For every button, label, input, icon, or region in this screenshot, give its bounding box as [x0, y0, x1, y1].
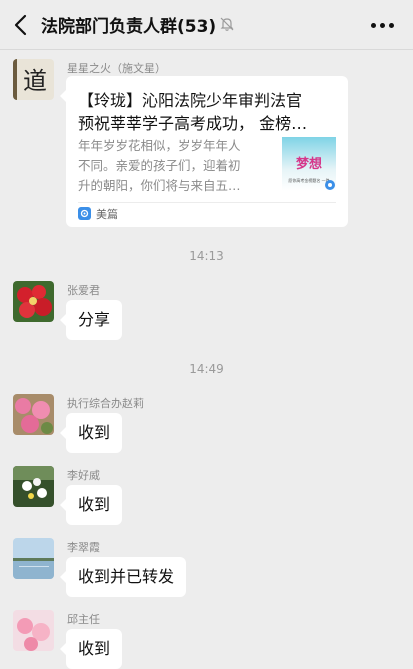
sender-name: 星星之火（施文星）	[67, 62, 166, 75]
timestamp: 14:49	[189, 362, 224, 376]
card-thumbnail: 梦想 愿你高考金榜题名 一路	[282, 137, 336, 191]
message-list[interactable]: 道 星星之火（施文星） 【玲珑】沁阳法院少年审判法官 预祝莘莘学子高考成功， 金…	[0, 50, 413, 669]
article-card[interactable]: 【玲珑】沁阳法院少年审判法官 预祝莘莘学子高考成功， 金榜… 年年岁岁花相似，岁…	[60, 76, 348, 227]
more-dots-icon[interactable]	[371, 15, 395, 35]
message-bubble[interactable]: 收到	[59, 629, 123, 669]
card-description: 年年岁岁花相似，岁岁年年人 不同。亲爱的孩子们，迎着初 升的朝阳，你们将与来自五…	[78, 136, 270, 196]
timestamp: 14:13	[189, 249, 224, 263]
message-bubble[interactable]: 收到	[59, 485, 123, 525]
bell-off-icon	[220, 17, 234, 31]
card-desc-line: 不同。亲爱的孩子们，迎着初	[78, 158, 241, 173]
svg-text:道: 道	[23, 67, 47, 95]
message-bubble[interactable]: 分享	[59, 300, 123, 340]
avatar[interactable]	[13, 466, 54, 507]
card-title-line: 预祝莘莘学子高考成功， 金榜…	[78, 114, 308, 133]
meipian-logo-icon	[78, 207, 91, 220]
sender-name: 执行综合办赵莉	[67, 397, 144, 410]
avatar[interactable]: 道	[13, 59, 54, 100]
avatar[interactable]	[13, 394, 54, 435]
avatar[interactable]	[13, 281, 54, 322]
card-title: 【玲珑】沁阳法院少年审判法官 预祝莘莘学子高考成功， 金榜…	[78, 89, 340, 135]
divider	[78, 202, 336, 203]
card-source: 美篇	[78, 207, 118, 223]
sender-name: 邱主任	[67, 613, 100, 626]
source-name: 美篇	[96, 208, 118, 221]
thumb-caption: 愿你高考金榜题名 一路	[288, 177, 329, 183]
thumb-text: 梦想	[296, 156, 322, 172]
chat-header: 法院部门负责人群(53)	[0, 0, 413, 50]
card-title-line: 【玲珑】沁阳法院少年审判法官	[78, 91, 303, 110]
sender-name: 李翠霞	[67, 541, 100, 554]
sender-name: 李好威	[67, 469, 100, 482]
chevron-left-icon[interactable]	[10, 13, 32, 37]
sender-name: 张爱君	[67, 284, 100, 297]
card-desc-line: 升的朝阳，你们将与来自五…	[78, 178, 241, 193]
avatar[interactable]	[13, 538, 54, 579]
message-bubble[interactable]: 收到并已转发	[59, 557, 187, 597]
chat-title: 法院部门负责人群(53)	[41, 17, 217, 37]
card-desc-line: 年年岁岁花相似，岁岁年年人	[78, 138, 241, 153]
message-bubble[interactable]: 收到	[59, 413, 123, 453]
avatar[interactable]	[13, 610, 54, 651]
